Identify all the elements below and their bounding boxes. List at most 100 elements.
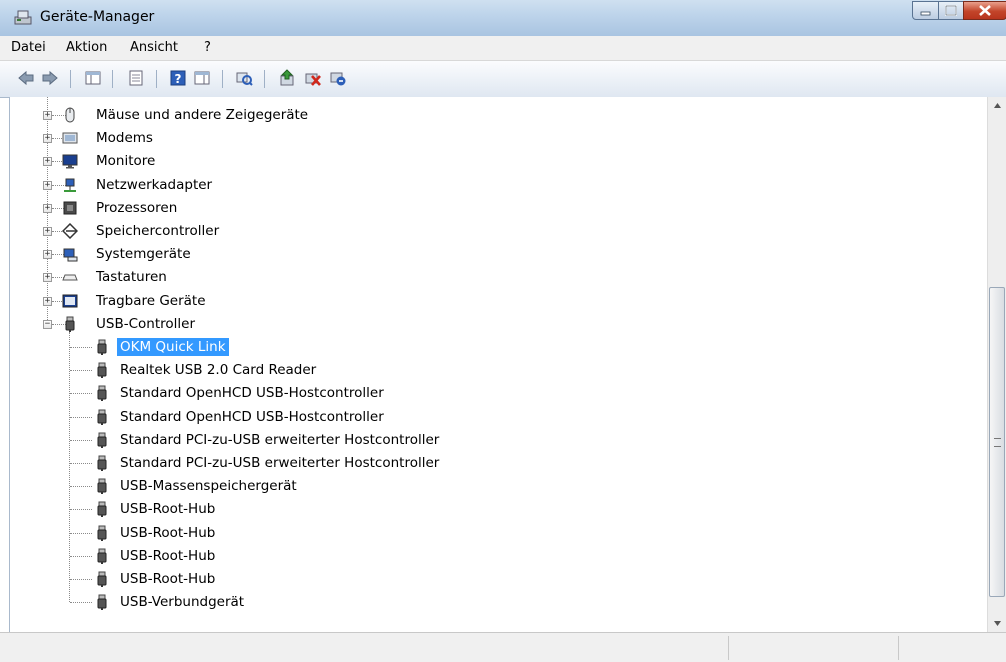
window-title: Geräte-Manager <box>40 9 155 25</box>
tree-expander[interactable]: − <box>43 319 52 329</box>
tree-category-label[interactable]: Tastaturen <box>96 268 167 286</box>
minimize-icon <box>920 11 931 16</box>
tree-connector <box>70 579 92 580</box>
status-panel <box>728 636 899 660</box>
usb-device-icon <box>94 548 110 564</box>
tree-device-label[interactable]: Standard OpenHCD USB-Hostcontroller <box>120 384 384 402</box>
tree-connector <box>70 555 92 557</box>
show-hide-console-tree-icon[interactable] <box>84 69 102 87</box>
tree-device-label[interactable]: Standard PCI-zu-USB erweiterter Hostcont… <box>120 431 439 449</box>
tree-expander[interactable]: + <box>43 157 52 167</box>
tree-device-label[interactable]: Realtek USB 2.0 Card Reader <box>120 361 316 379</box>
tree-expander[interactable]: + <box>43 180 52 190</box>
menu-ansicht[interactable]: Ansicht <box>130 40 178 55</box>
device-manager-app-icon <box>14 10 32 25</box>
device-tree[interactable]: + Mäuse und andere Zeigegeräte + Modems + Mon… <box>9 97 988 632</box>
tree-category-label[interactable]: Tragbare Geräte <box>96 292 206 310</box>
tree-expander[interactable]: + <box>43 203 52 213</box>
usb-device-icon <box>94 478 110 495</box>
tree-device-label[interactable]: Standard OpenHCD USB-Hostcontroller <box>120 408 384 426</box>
help-icon[interactable]: ? <box>169 69 187 87</box>
back-icon[interactable] <box>17 69 35 87</box>
tree-connector <box>69 331 70 603</box>
scroll-down-arrow-icon[interactable] <box>988 615 1006 632</box>
scrollbar-thumb[interactable] <box>989 287 1005 597</box>
tree-category-label[interactable]: Systemgeräte <box>96 245 191 263</box>
uninstall-device-icon[interactable] <box>304 69 322 87</box>
disable-device-icon[interactable] <box>329 69 347 87</box>
menu-help[interactable]: ? <box>204 40 211 55</box>
tree-connector <box>70 416 92 418</box>
tree-category-label[interactable]: USB-Controller <box>96 315 195 333</box>
usb-device-icon <box>94 525 110 541</box>
tree-device-label[interactable]: USB-Verbundgerät <box>120 593 244 611</box>
system-devices-icon <box>62 246 78 262</box>
status-panel <box>898 636 1006 660</box>
tree-expander[interactable]: + <box>43 250 52 260</box>
toolbar-separator <box>264 70 265 88</box>
usb-device-icon <box>94 501 110 518</box>
tree-connector <box>70 439 92 441</box>
tree-connector <box>70 347 92 348</box>
tree-item-selected[interactable]: OKM Quick Link <box>117 338 229 356</box>
title-bar[interactable]: Geräte-Manager <box>0 0 1006 37</box>
device-manager-window: Geräte-Manager Datei Aktion Ansicht ? ? <box>0 0 1006 662</box>
monitor-icon <box>62 153 78 169</box>
tree-expander[interactable]: + <box>43 227 52 236</box>
properties-icon[interactable] <box>127 69 145 87</box>
tree-device-label[interactable]: USB-Root-Hub <box>120 570 215 588</box>
menu-bar: Datei Aktion Ansicht ? <box>0 36 1006 61</box>
forward-icon[interactable] <box>41 69 59 87</box>
close-icon <box>979 5 991 16</box>
tree-category-label[interactable]: Modems <box>96 129 153 147</box>
tree-category-label[interactable]: Netzwerkadapter <box>96 176 212 194</box>
vertical-scrollbar[interactable] <box>987 97 1006 632</box>
mouse-icon <box>62 107 78 123</box>
tree-connector <box>70 486 92 488</box>
tree-connector <box>70 370 92 372</box>
svg-text:?: ? <box>175 72 182 86</box>
tree-device-label[interactable]: USB-Root-Hub <box>120 524 215 542</box>
maximize-button[interactable] <box>938 1 964 20</box>
maximize-icon <box>945 5 957 16</box>
tree-category-label[interactable]: Speichercontroller <box>96 222 219 240</box>
usb-icon <box>62 316 78 332</box>
toolbar-separator <box>70 70 71 88</box>
toolbar-separator <box>156 70 157 88</box>
menu-datei[interactable]: Datei <box>11 40 46 55</box>
menu-aktion[interactable]: Aktion <box>66 40 107 55</box>
network-adapter-icon <box>62 177 78 193</box>
update-driver-icon[interactable] <box>278 69 296 87</box>
tree-connector <box>70 602 92 604</box>
tree-category-label[interactable]: Prozessoren <box>96 199 177 217</box>
usb-device-icon <box>94 385 110 402</box>
toolbar: ? <box>0 61 1006 98</box>
scan-hardware-icon[interactable] <box>235 69 253 87</box>
minimize-button[interactable] <box>912 1 939 20</box>
tree-device-label[interactable]: USB-Root-Hub <box>120 500 215 518</box>
portable-device-icon <box>62 293 78 309</box>
tree-category-label[interactable]: Mäuse und andere Zeigegeräte <box>96 106 308 124</box>
tree-device-label[interactable]: USB-Root-Hub <box>120 547 215 565</box>
action-pane-icon[interactable] <box>193 69 211 87</box>
tree-device-label[interactable]: Standard PCI-zu-USB erweiterter Hostcont… <box>120 454 439 472</box>
tree-expander[interactable]: + <box>43 273 52 283</box>
tree-expander[interactable]: + <box>43 111 52 120</box>
tree-expander[interactable]: + <box>43 134 52 144</box>
storage-controller-icon <box>61 222 79 240</box>
usb-device-icon <box>94 339 110 355</box>
tree-category-label[interactable]: Monitore <box>96 152 155 170</box>
toolbar-separator <box>112 70 113 88</box>
toolbar-separator <box>222 70 223 88</box>
scroll-up-arrow-icon[interactable] <box>988 97 1006 114</box>
keyboard-icon <box>62 269 78 285</box>
tree-connector <box>70 532 92 534</box>
tree-connector <box>70 509 92 511</box>
usb-device-icon <box>94 571 110 587</box>
tree-device-label[interactable]: USB-Massenspeichergerät <box>120 477 297 495</box>
modem-icon <box>62 130 78 146</box>
tree-connector <box>70 393 92 395</box>
usb-device-icon <box>94 432 110 448</box>
tree-expander[interactable]: + <box>43 296 52 306</box>
close-button[interactable] <box>963 1 1006 20</box>
